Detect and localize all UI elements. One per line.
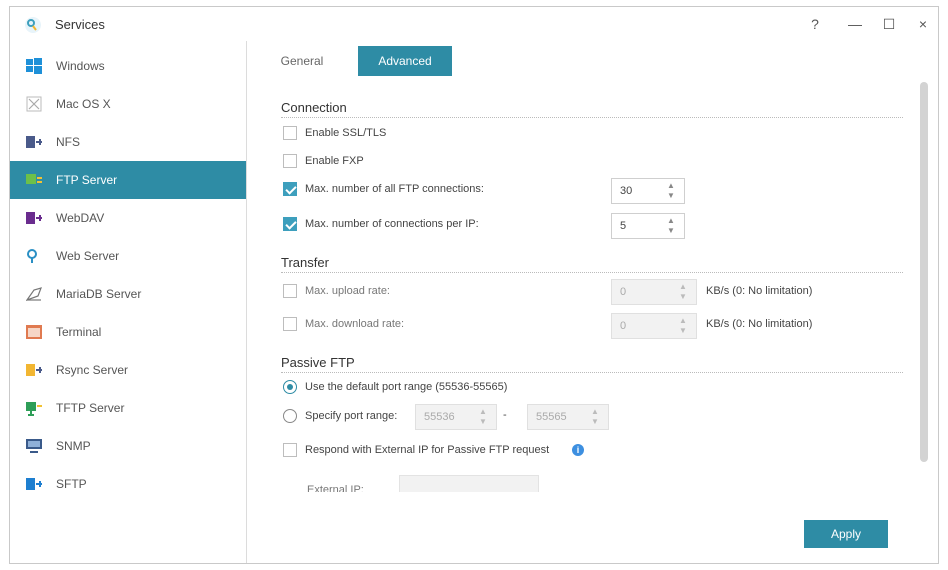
max-download-rate-label: Max. download rate: [305, 318, 405, 330]
stepper-value: 5 [620, 220, 627, 232]
max-all-connections-stepper[interactable]: 30 ▲ ▼ [611, 178, 685, 204]
sidebar-item-web-server[interactable]: Web Server [10, 237, 246, 275]
sidebar-item-label: SNMP [56, 439, 91, 453]
enable-fxp-checkbox[interactable] [283, 154, 297, 168]
title-bar: Services ? — ☐ × [10, 7, 938, 41]
max-download-rate-checkbox[interactable] [283, 317, 297, 331]
snmp-icon [26, 439, 42, 453]
minimize-button[interactable]: — [842, 13, 868, 35]
services-app-icon [25, 17, 41, 33]
tab-advanced[interactable]: Advanced [358, 46, 452, 76]
sidebar-item-label: Terminal [56, 325, 102, 339]
sidebar-item-macos[interactable]: Mac OS X [10, 85, 246, 123]
help-button[interactable]: ? [802, 13, 828, 35]
apply-button[interactable]: Apply [804, 520, 888, 548]
download-unit-label: KB/s (0: No limitation) [706, 318, 813, 330]
sidebar-item-label: Rsync Server [56, 363, 129, 377]
sidebar-item-label: Windows [56, 59, 105, 73]
respond-external-ip-label: Respond with External IP for Passive FTP… [305, 444, 550, 456]
upload-unit-label: KB/s (0: No limitation) [706, 285, 813, 297]
sidebar-item-windows[interactable]: Windows [10, 47, 246, 85]
sidebar-item-label: NFS [56, 135, 80, 149]
web-server-icon [27, 249, 37, 263]
rsync-icon [26, 364, 42, 376]
max-ip-connections-label: Max. number of connections per IP: [305, 218, 479, 230]
mariadb-icon [26, 287, 42, 302]
transfer-heading: Transfer [281, 255, 329, 270]
stepper-arrows-icon[interactable]: ▲ ▼ [678, 316, 688, 336]
sidebar-item-label: Mac OS X [56, 97, 111, 111]
stepper-value: 0 [620, 320, 627, 332]
sidebar-item-label: SFTP [56, 477, 87, 491]
sidebar-item-rsync[interactable]: Rsync Server [10, 351, 246, 389]
terminal-icon [26, 325, 42, 339]
sidebar-item-terminal[interactable]: Terminal [10, 313, 246, 351]
enable-ssl-checkbox[interactable] [283, 126, 297, 140]
advanced-settings-panel: Connection Enable SSL/TLS Enable FXP Max… [237, 82, 917, 492]
windows-icon [26, 58, 42, 74]
max-all-connections-label: Max. number of all FTP connections: [305, 183, 484, 195]
sidebar-item-label: FTP Server [56, 173, 118, 187]
sidebar-item-webdav[interactable]: WebDAV [10, 199, 246, 237]
sidebar-item-sftp[interactable]: SFTP [10, 465, 246, 503]
max-download-rate-stepper[interactable]: 0 ▲ ▼ [611, 313, 697, 339]
max-upload-rate-stepper[interactable]: 0 ▲ ▼ [611, 279, 697, 305]
scrollbar-thumb[interactable] [920, 82, 928, 462]
enable-ssl-label: Enable SSL/TLS [305, 127, 387, 139]
external-ip-field-label: External IP: [307, 484, 364, 492]
tab-general[interactable]: General [262, 46, 342, 76]
specify-port-range-label: Specify port range: [305, 410, 398, 422]
stepper-arrows-icon[interactable]: ▲ ▼ [666, 216, 676, 236]
webdav-icon [26, 212, 42, 224]
max-all-connections-checkbox[interactable] [283, 182, 297, 196]
stepper-value: 0 [620, 286, 627, 298]
specify-port-range-radio[interactable] [283, 409, 297, 423]
sidebar-item-snmp[interactable]: SNMP [10, 427, 246, 465]
connection-heading: Connection [281, 100, 347, 115]
close-button[interactable]: × [910, 13, 936, 35]
sidebar-item-label: WebDAV [56, 211, 105, 225]
sidebar-item-nfs[interactable]: NFS [10, 123, 246, 161]
nfs-icon [26, 136, 42, 148]
sidebar-item-tftp[interactable]: TFTP Server [10, 389, 246, 427]
info-icon[interactable]: i [572, 444, 584, 456]
sidebar-item-mariadb[interactable]: MariaDB Server [10, 275, 246, 313]
tftp-icon [26, 402, 42, 416]
max-upload-rate-label: Max. upload rate: [305, 285, 390, 297]
max-ip-connections-checkbox[interactable] [283, 217, 297, 231]
sidebar-item-label: MariaDB Server [56, 287, 142, 301]
ftp-server-icon [26, 174, 42, 184]
sidebar: Windows Mac OS X NFS FTP Server WebDAV W… [10, 41, 247, 563]
sftp-icon [26, 478, 42, 490]
divider [281, 372, 903, 373]
port-range-to-stepper[interactable]: 55565 ▲ ▼ [527, 404, 609, 430]
max-ip-connections-stepper[interactable]: 5 ▲ ▼ [611, 213, 685, 239]
port-range-from-stepper[interactable]: 55536 ▲ ▼ [415, 404, 497, 430]
default-port-range-label: Use the default port range (55536-55565) [305, 381, 508, 393]
max-upload-rate-checkbox[interactable] [283, 284, 297, 298]
macos-icon [26, 96, 42, 112]
default-port-range-radio[interactable] [283, 380, 297, 394]
stepper-arrows-icon[interactable]: ▲ ▼ [478, 407, 488, 427]
divider [281, 272, 903, 273]
maximize-button[interactable]: ☐ [876, 13, 902, 35]
passive-ftp-heading: Passive FTP [281, 355, 355, 370]
window-title: Services [55, 17, 105, 32]
sidebar-item-ftp-server[interactable]: FTP Server [10, 161, 246, 199]
sidebar-item-label: TFTP Server [56, 401, 125, 415]
stepper-arrows-icon[interactable]: ▲ ▼ [678, 282, 688, 302]
vertical-scrollbar[interactable] [920, 82, 928, 462]
external-ip-input[interactable] [399, 475, 539, 492]
stepper-value: 55536 [424, 411, 455, 423]
stepper-value: 55565 [536, 411, 567, 423]
divider [281, 117, 903, 118]
respond-external-ip-checkbox[interactable] [283, 443, 297, 457]
sidebar-item-label: Web Server [56, 249, 120, 263]
enable-fxp-label: Enable FXP [305, 155, 364, 167]
stepper-arrows-icon[interactable]: ▲ ▼ [666, 181, 676, 201]
stepper-arrows-icon[interactable]: ▲ ▼ [590, 407, 600, 427]
port-range-separator: - [503, 409, 507, 421]
stepper-value: 30 [620, 185, 633, 197]
